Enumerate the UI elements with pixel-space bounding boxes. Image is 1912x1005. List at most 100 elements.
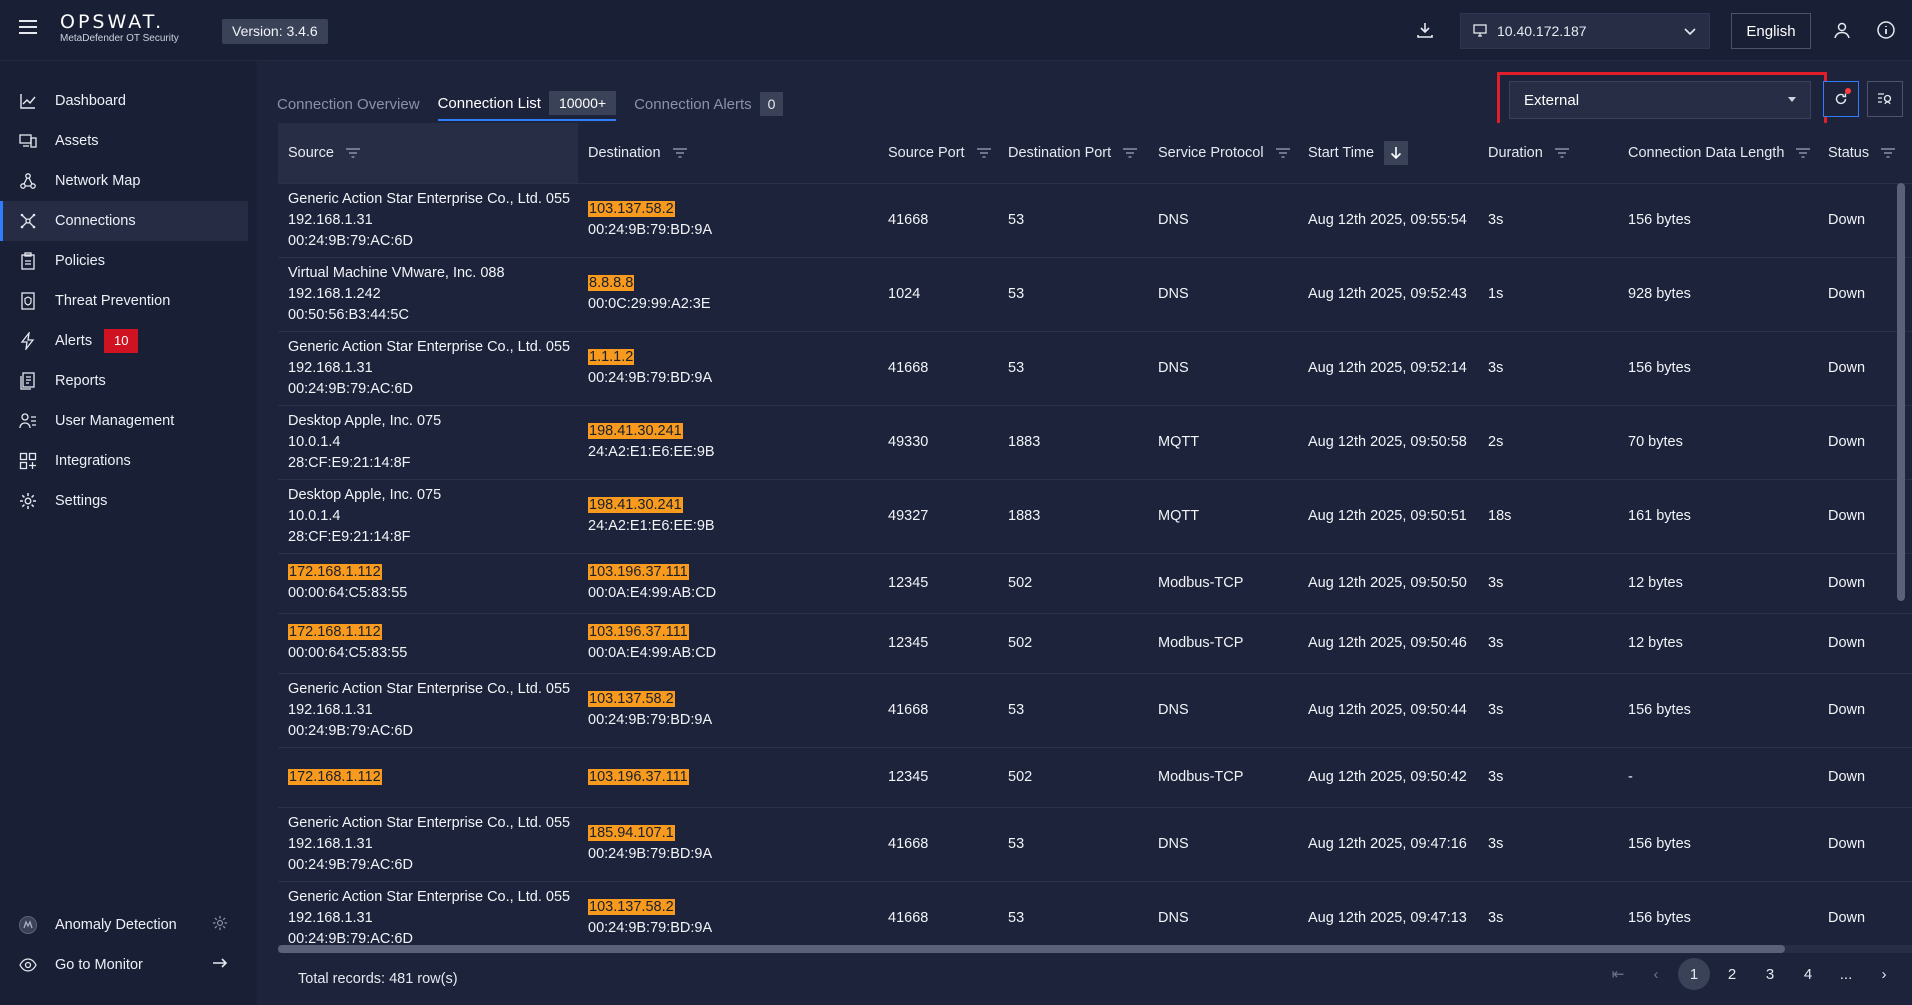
network-scope-select[interactable]: External (1509, 81, 1811, 119)
column-header-source-port[interactable]: Source Port (878, 123, 998, 184)
column-header-status[interactable]: Status (1818, 123, 1912, 184)
table-row[interactable]: 172.168.1.112 103.196.37.111 12345 502 Modbu… (278, 747, 1912, 808)
first-page-button[interactable]: ⇤ (1602, 958, 1634, 990)
sidebar-item-connections[interactable]: Connections (0, 201, 248, 241)
cell-destination-port: 53 (998, 331, 1148, 406)
prev-page-button[interactable]: ‹ (1640, 958, 1672, 990)
page-ellipsis[interactable]: ... (1830, 958, 1862, 990)
cell-data-length: 156 bytes (1618, 807, 1818, 882)
arrow-right-icon (212, 955, 228, 975)
tab-connection-alerts[interactable]: Connection Alerts 0 (634, 87, 784, 121)
column-header-connection-data-length[interactable]: Connection Data Length (1618, 123, 1818, 184)
sidebar-item-settings[interactable]: Settings (0, 481, 248, 521)
cell-source: Virtual Machine VMware, Inc. 088 192.168.… (278, 257, 578, 332)
table-row[interactable]: 172.168.1.112 00:00:64:C5:83:55 103.196.37… (278, 613, 1912, 674)
table-row[interactable]: Desktop Apple, Inc. 075 10.0.1.4 28:CF:E9:… (278, 479, 1912, 554)
source-ip-highlight: 172.168.1.112 (288, 624, 382, 640)
hamburger-menu-icon[interactable] (19, 20, 37, 34)
filter-icon[interactable] (1796, 148, 1811, 158)
filter-icon[interactable] (1881, 148, 1896, 158)
cell-duration: 3s (1478, 183, 1618, 258)
destination-ip-highlight: 8.8.8.8 (588, 275, 635, 291)
horizontal-scrollbar[interactable] (278, 945, 1912, 953)
tab-count-badge: 10000+ (548, 91, 617, 115)
column-header-service-protocol[interactable]: Service Protocol (1148, 123, 1298, 184)
table-row[interactable]: Generic Action Star Enterprise Co., Ltd.… (278, 331, 1912, 406)
cell-source: Generic Action Star Enterprise Co., Ltd.… (278, 183, 578, 258)
sidebar-item-policies[interactable]: Policies (0, 241, 248, 281)
table-row[interactable]: 172.168.1.112 00:00:64:C5:83:55 103.196.37… (278, 553, 1912, 614)
pagination: ⇤ ‹ 1 2 3 4 ... › (1596, 958, 1900, 990)
table-row[interactable]: Generic Action Star Enterprise Co., Ltd.… (278, 881, 1912, 945)
cell-source-port: 12345 (878, 747, 998, 808)
destination-mac: 24:A2:E1:E6:EE:9B (588, 444, 715, 460)
sidebar-item-integrations[interactable]: Integrations (0, 441, 248, 481)
column-header-destination[interactable]: Destination (578, 123, 878, 184)
cell-destination-port: 502 (998, 747, 1148, 808)
next-page-button[interactable]: › (1868, 958, 1900, 990)
sidebar-item-label: Settings (55, 493, 108, 509)
sidebar-item-label: Threat Prevention (55, 293, 171, 309)
column-header-duration[interactable]: Duration (1478, 123, 1618, 184)
sidebar-item-reports[interactable]: Reports (0, 361, 248, 401)
sidebar-item-user-management[interactable]: User Management (0, 401, 248, 441)
table-row[interactable]: Generic Action Star Enterprise Co., Ltd.… (278, 183, 1912, 258)
cell-source-port: 41668 (878, 673, 998, 748)
language-button[interactable]: English (1731, 13, 1811, 49)
chart-line-icon (18, 91, 38, 111)
page-button[interactable]: 3 (1754, 958, 1786, 990)
cell-source: Desktop Apple, Inc. 075 10.0.1.4 28:CF:E9:… (278, 479, 578, 554)
sidebar-item-anomaly-detection[interactable]: Anomaly Detection (0, 905, 248, 945)
page-button[interactable]: 1 (1678, 958, 1710, 990)
refresh-button[interactable] (1823, 81, 1859, 117)
filter-icon[interactable] (1554, 148, 1569, 158)
user-icon[interactable] (1830, 18, 1854, 42)
vertical-scrollbar[interactable] (1897, 183, 1905, 601)
destination-ip-highlight: 198.41.30.241 (588, 497, 683, 513)
eye-icon (18, 955, 38, 975)
filter-icon[interactable] (672, 148, 687, 158)
filter-icon[interactable] (345, 148, 360, 158)
anomaly-settings-gear-icon[interactable] (212, 915, 228, 935)
table-row[interactable]: Virtual Machine VMware, Inc. 088 192.168.… (278, 257, 1912, 332)
table-row[interactable]: Generic Action Star Enterprise Co., Ltd.… (278, 673, 1912, 748)
table-row[interactable]: Generic Action Star Enterprise Co., Ltd.… (278, 807, 1912, 882)
cell-start-time: Aug 12th 2025, 09:47:13 (1298, 881, 1478, 945)
destination-mac: 00:0C:29:99:A2:3E (588, 296, 711, 312)
source-mac: 28:CF:E9:21:14:8F (288, 528, 411, 545)
refresh-notification-dot (1845, 88, 1851, 94)
cell-service-protocol: DNS (1148, 183, 1298, 258)
cell-destination: 1.1.1.2 00:24:9B:79:BD:9A (578, 331, 878, 406)
logo: OPSWAT. MetaDefender OT Security (60, 12, 179, 45)
cell-source-port: 41668 (878, 183, 998, 258)
info-icon[interactable] (1874, 18, 1898, 42)
table-row[interactable]: Desktop Apple, Inc. 075 10.0.1.4 28:CF:E9:… (278, 405, 1912, 480)
column-header-start-time[interactable]: Start Time (1298, 123, 1478, 184)
sidebar-item-assets[interactable]: Assets (0, 121, 248, 161)
sidebar-item-network-map[interactable]: Network Map (0, 161, 248, 201)
destination-mac: 00:24:9B:79:BD:9A (588, 712, 713, 728)
cell-destination: 103.196.37.111 00:0A:E4:99:AB:CD (578, 553, 878, 614)
column-settings-button[interactable] (1867, 81, 1903, 117)
page-button[interactable]: 4 (1792, 958, 1824, 990)
sort-descending-icon[interactable] (1384, 140, 1409, 165)
column-header-source[interactable]: Source (278, 123, 578, 184)
filter-icon[interactable] (1275, 148, 1290, 158)
cell-service-protocol: DNS (1148, 257, 1298, 332)
sidebar-item-go-to-monitor[interactable]: Go to Monitor (0, 945, 248, 985)
page-button[interactable]: 2 (1716, 958, 1748, 990)
tab-connection-list[interactable]: Connection List 10000+ (437, 87, 617, 121)
sidebar-item-threat-prevention[interactable]: Threat Prevention (0, 281, 248, 321)
ip-selector[interactable]: 10.40.172.187 (1460, 13, 1710, 49)
cell-service-protocol: Modbus-TCP (1148, 553, 1298, 614)
column-header-destination-port[interactable]: Destination Port (998, 123, 1148, 184)
filter-icon[interactable] (976, 148, 991, 158)
download-icon[interactable] (1413, 18, 1437, 42)
cell-destination: 198.41.30.241 24:A2:E1:E6:EE:9B (578, 405, 878, 480)
filter-icon[interactable] (1123, 148, 1138, 158)
tab-connection-overview[interactable]: Connection Overview (277, 87, 420, 121)
horizontal-scrollbar-thumb[interactable] (278, 945, 1785, 953)
cell-source-port: 1024 (878, 257, 998, 332)
sidebar-item-alerts[interactable]: Alerts 10 (0, 321, 248, 361)
sidebar-item-dashboard[interactable]: Dashboard (0, 81, 248, 121)
